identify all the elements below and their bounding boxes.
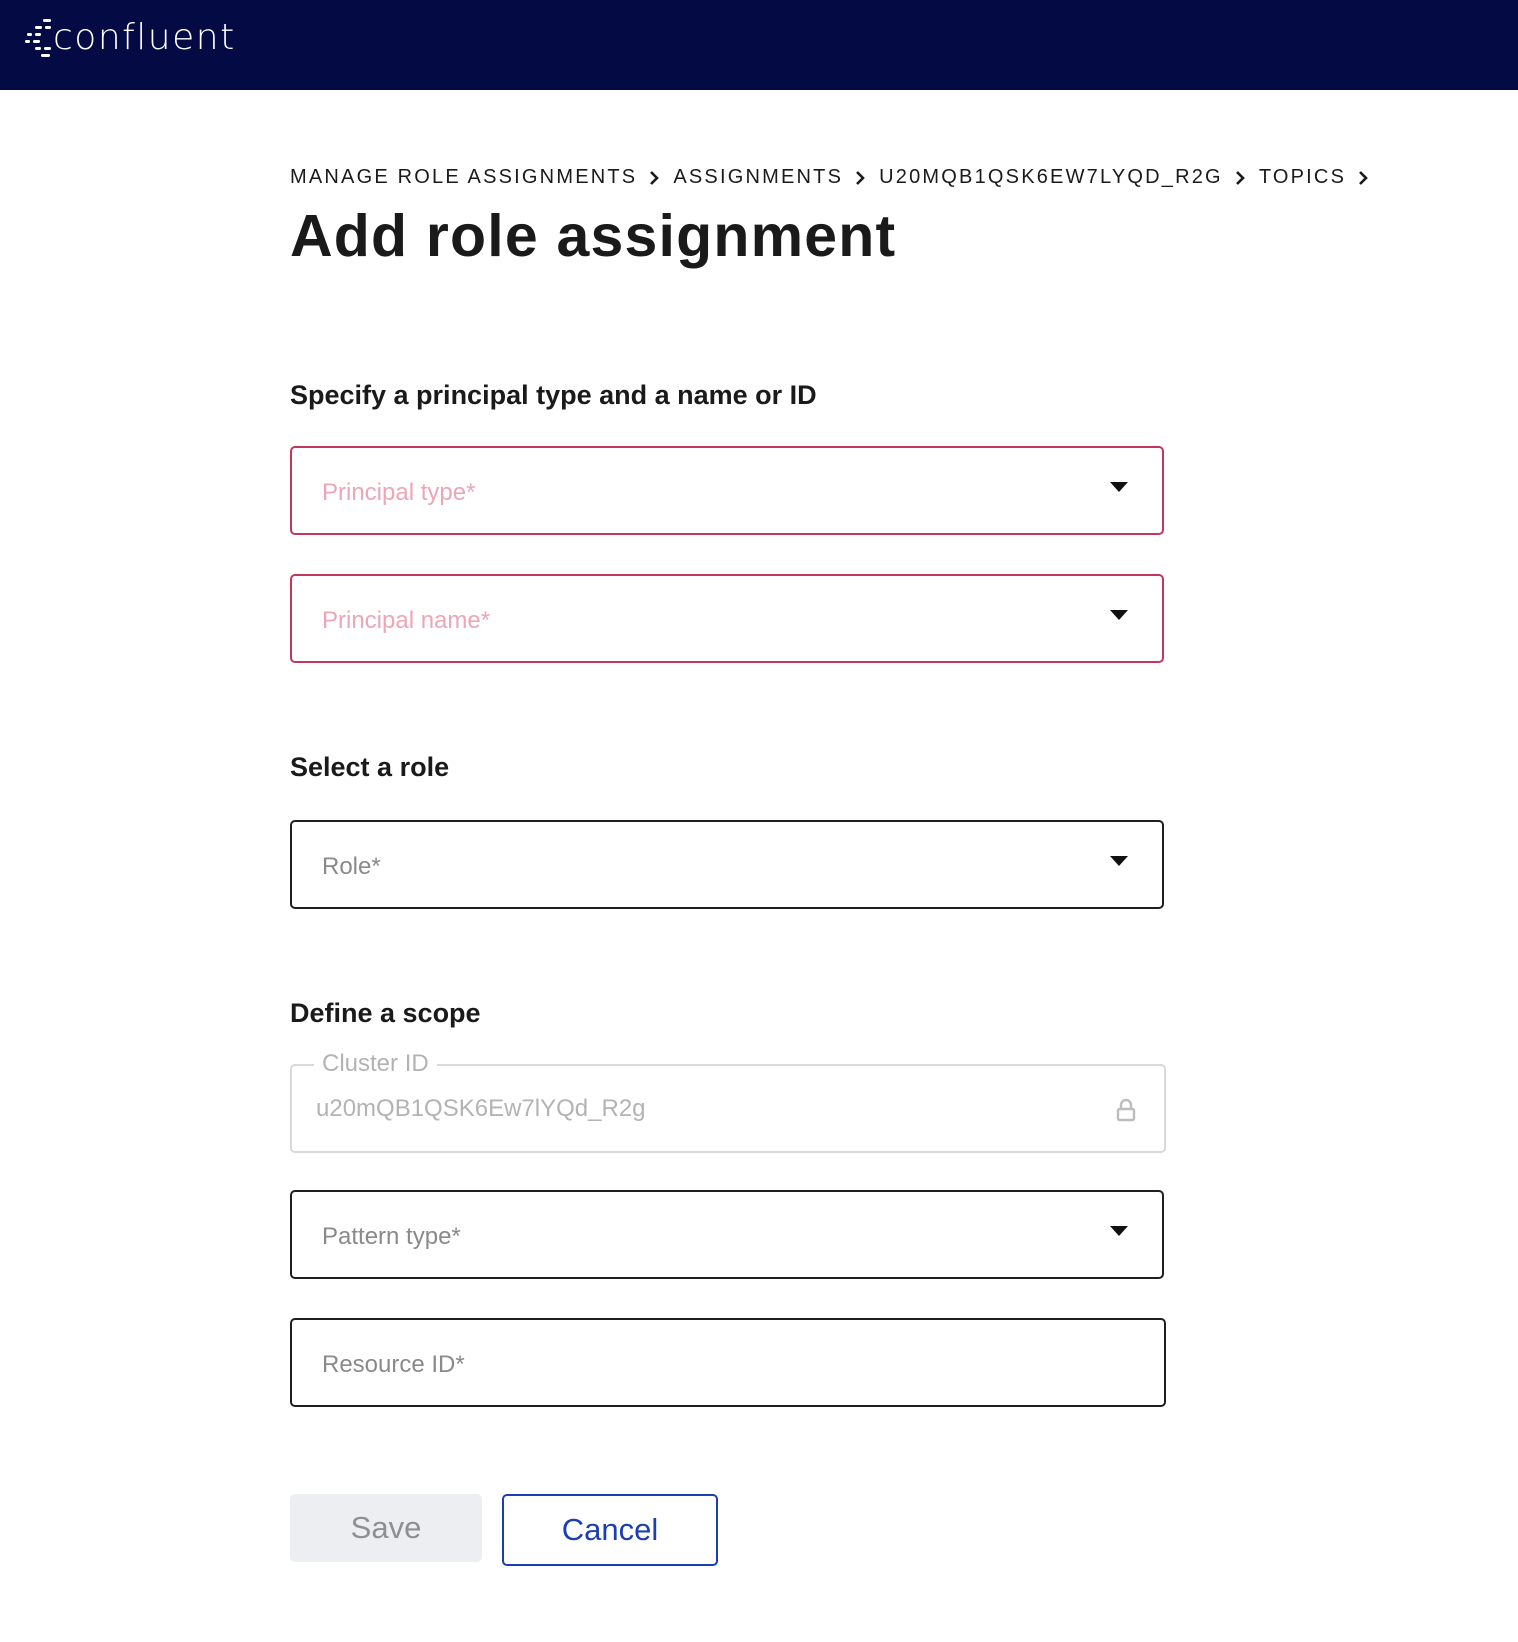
- top-navigation-bar: confluent: [0, 0, 1518, 90]
- page-title: Add role assignment: [290, 203, 897, 269]
- principal-type-placeholder: Principal type*: [322, 479, 476, 506]
- role-select[interactable]: Role*: [290, 820, 1164, 909]
- confluent-logo[interactable]: confluent: [24, 14, 236, 62]
- cluster-id-value: u20mQB1QSK6Ew7lYQd_R2g: [316, 1095, 646, 1122]
- save-button[interactable]: Save: [290, 1494, 482, 1562]
- confluent-logo-icon: [25, 19, 51, 57]
- breadcrumb-cluster[interactable]: U20MQB1QSK6EW7LYQD_R2G: [879, 166, 1223, 189]
- resource-id-placeholder: Resource ID*: [322, 1351, 465, 1378]
- chevron-right-icon: [650, 170, 660, 185]
- scope-section-title: Define a scope: [290, 998, 481, 1028]
- chevron-right-icon: [1235, 170, 1245, 185]
- cancel-button[interactable]: Cancel: [502, 1494, 718, 1566]
- caret-down-icon: [1110, 856, 1128, 866]
- logo-wordmark: confluent: [53, 17, 236, 58]
- breadcrumb-manage-role-assignments[interactable]: MANAGE ROLE ASSIGNMENTS: [290, 166, 637, 189]
- principal-name-placeholder: Principal name*: [322, 607, 491, 634]
- principal-section-title: Specify a principal type and a name or I…: [290, 380, 817, 410]
- chevron-right-icon: [1359, 170, 1368, 185]
- breadcrumb-topics[interactable]: TOPICS: [1259, 166, 1346, 189]
- lock-icon: [1116, 1098, 1136, 1122]
- principal-name-select[interactable]: Principal name*: [290, 574, 1164, 663]
- role-placeholder: Role*: [322, 853, 381, 880]
- caret-down-icon: [1110, 1226, 1128, 1236]
- pattern-type-select[interactable]: Pattern type*: [290, 1190, 1164, 1279]
- cluster-id-field: Cluster ID u20mQB1QSK6Ew7lYQd_R2g: [290, 1049, 1166, 1153]
- caret-down-icon: [1110, 610, 1128, 620]
- resource-id-input[interactable]: Resource ID*: [290, 1318, 1166, 1407]
- breadcrumb-assignments[interactable]: ASSIGNMENTS: [673, 166, 843, 189]
- caret-down-icon: [1110, 482, 1128, 492]
- principal-type-select[interactable]: Principal type*: [290, 446, 1164, 535]
- chevron-right-icon: [856, 170, 865, 185]
- role-section-title: Select a role: [290, 752, 450, 782]
- breadcrumb: MANAGE ROLE ASSIGNMENTS ASSIGNMENTS U20M…: [290, 166, 1382, 189]
- pattern-type-placeholder: Pattern type*: [322, 1223, 461, 1250]
